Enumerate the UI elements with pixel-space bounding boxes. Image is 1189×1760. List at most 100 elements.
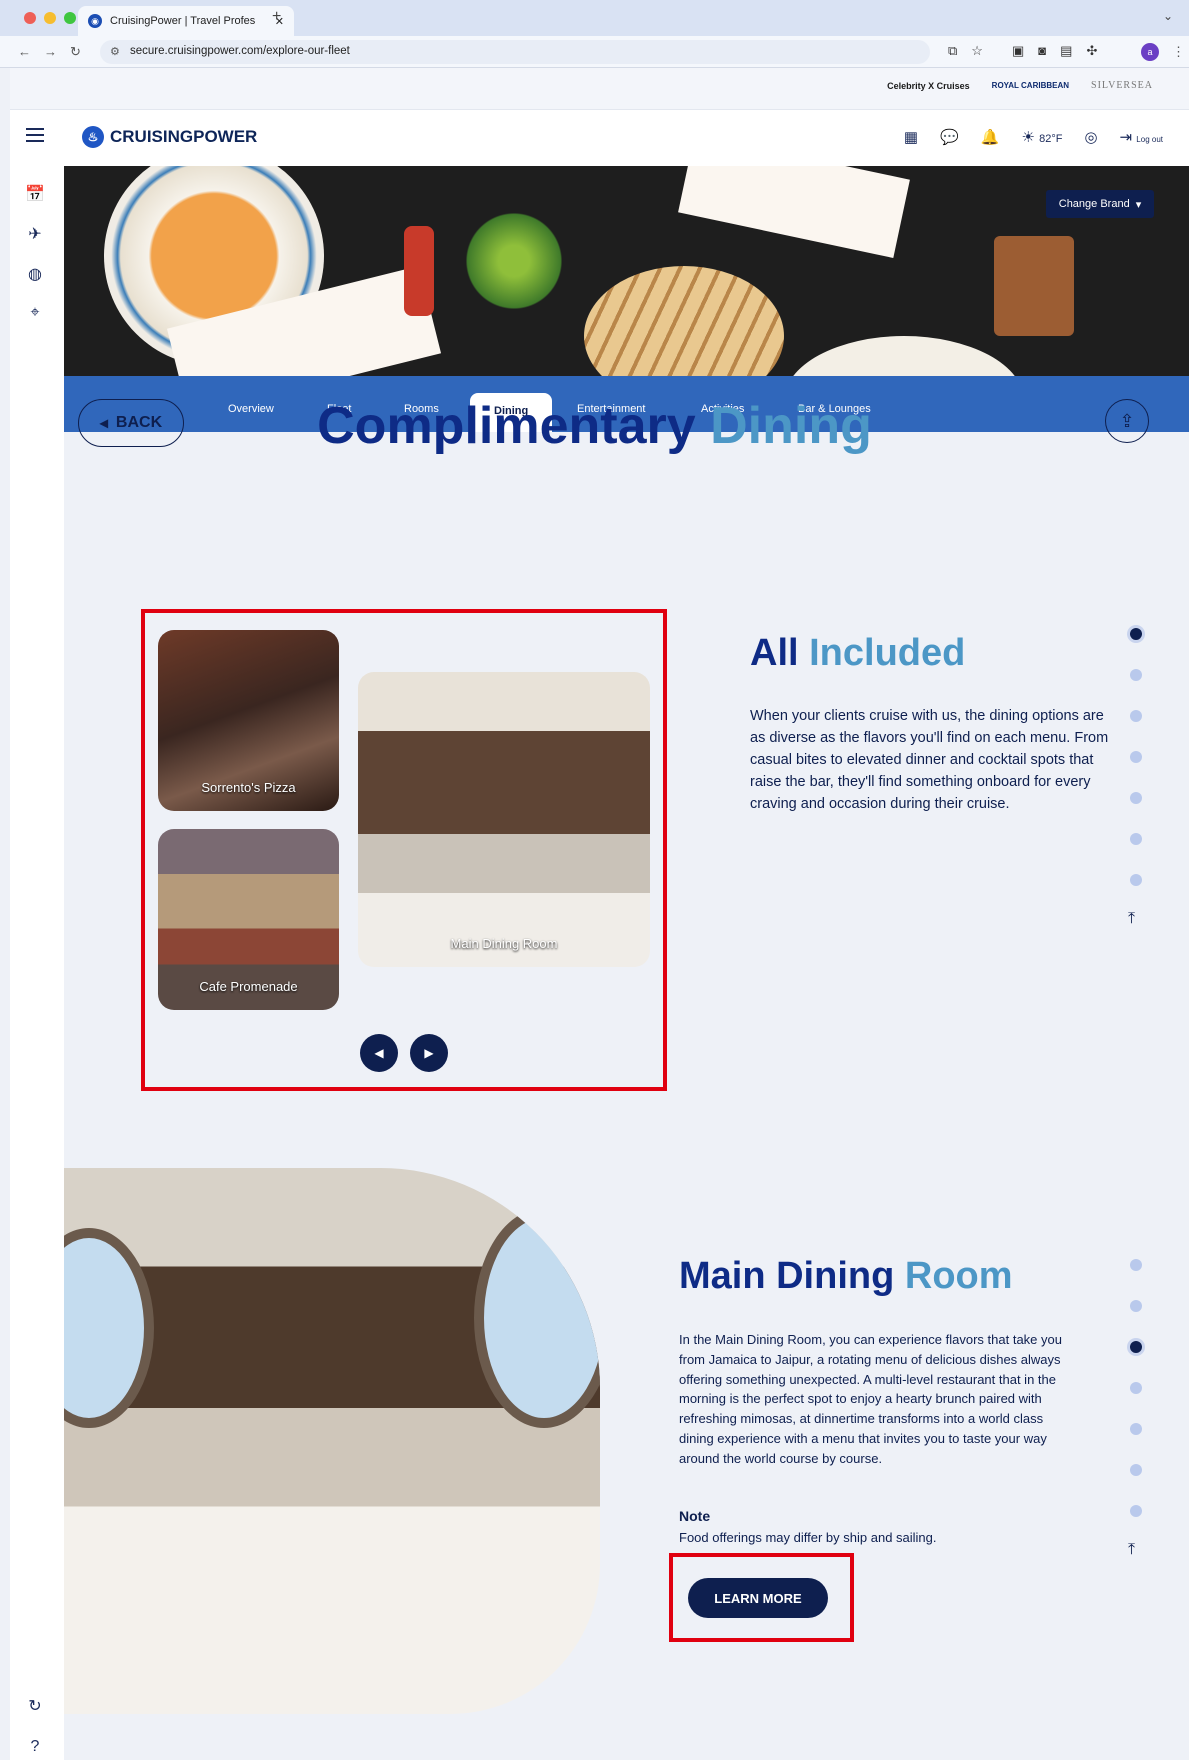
gallery-card-main-dining-room[interactable]: Main Dining Room [358,672,650,967]
address-actions: ⧉ ☆ [948,43,983,59]
note-text: Food offerings may differ by ship and sa… [679,1530,937,1545]
help-icon[interactable]: ? [24,1738,46,1760]
site-logo[interactable]: ♨ CRUISINGPOWER [82,126,257,148]
porthole-window [64,1228,154,1428]
apps-grid-icon[interactable]: ▦ [904,128,918,146]
scroll-to-top-icon[interactable]: ⤒ [1128,910,1135,928]
scroll-to-top-icon[interactable]: ⤒ [1128,1541,1135,1559]
learn-more-button[interactable]: LEARN MORE [688,1578,828,1618]
brand-logos: Celebrity X Cruises ROYAL CARIBBEAN SILV… [887,80,1153,91]
puzzle-extensions-icon[interactable]: ✣ [1086,43,1097,59]
extension-icon[interactable]: ▣ [1012,43,1024,59]
gallery-caption: Main Dining Room [450,936,558,951]
chat-icon[interactable]: 💬 [940,128,959,146]
progress-dot[interactable] [1130,1382,1142,1394]
section-main-dining-room-body: In the Main Dining Room, you can experie… [679,1332,1062,1466]
chevron-down-icon: ▾ [1135,198,1142,211]
brand-strip: Celebrity X Cruises ROYAL CARIBBEAN SILV… [10,68,1189,110]
gallery-card-cafe-promenade[interactable]: Cafe Promenade [158,829,339,1010]
browser-menu-icon[interactable]: ⋮ [1172,44,1185,60]
progress-dot[interactable] [1130,1505,1142,1517]
window-controls[interactable] [24,12,76,24]
caret-left-icon: ◀ [374,1046,384,1060]
section1-title-part1: All [750,632,799,674]
location-pin-icon[interactable]: ⌖ [24,304,46,326]
progress-dot[interactable] [1130,751,1142,763]
cruisingpower-logo-icon: ♨ [82,126,104,148]
hamburger-menu-icon[interactable] [26,128,44,142]
header-actions: ▦ 💬 🔔 ☀ 82°F ◎ ⇥ Log out [904,128,1163,146]
section-main-dining-room-title: Main Dining Room [679,1255,1013,1298]
camera-extension-icon[interactable]: ◙ [1038,43,1046,59]
ship-globe-icon[interactable]: ◍ [24,264,46,286]
page-title-part2: Dining [710,397,872,455]
cruisingpower-favicon-icon: ◉ [88,14,102,28]
note-heading: Note [679,1508,711,1524]
browser-tab[interactable]: ◉ CruisingPower | Travel Profes ✕ [78,6,294,36]
logout-button[interactable]: ⇥ Log out [1120,128,1163,146]
plate-image [784,336,1024,376]
address-url: secure.cruisingpower.com/explore-our-fle… [130,45,350,57]
section-progress-rail: ⤒ [1128,628,1142,938]
progress-dot[interactable] [1130,1341,1142,1353]
new-tab-icon[interactable]: + [272,8,281,26]
progress-dot[interactable] [1130,792,1142,804]
maximize-window-button[interactable] [64,12,76,24]
hot-sauce-image [404,226,434,316]
logout-icon: ⇥ [1119,129,1133,146]
extensions-area: ▣ ◙ ▤ ✣ [1012,43,1097,59]
reload-icon[interactable]: ↻ [70,44,81,60]
main-dining-room-image [64,1168,600,1714]
change-brand-button[interactable]: Change Brand ▾ [1046,190,1154,218]
gallery-prev-button[interactable]: ◀ [360,1034,398,1072]
clipboard-extension-icon[interactable]: ▤ [1060,43,1072,59]
gallery-caption: Sorrento's Pizza [201,780,296,795]
silversea-logo[interactable]: SILVERSEA [1091,80,1153,91]
close-window-button[interactable] [24,12,36,24]
site-info-icon[interactable]: ⚙ [110,45,120,58]
feedback-icon[interactable]: ↻ [24,1696,46,1718]
gallery-next-button[interactable]: ▶ [410,1034,448,1072]
minimize-window-button[interactable] [44,12,56,24]
celebrity-logo[interactable]: Celebrity X Cruises [887,81,970,91]
address-bar[interactable]: ⚙ secure.cruisingpower.com/explore-our-f… [100,40,930,64]
share-button[interactable]: ⇪ [1105,399,1149,443]
section-all-included-title: All Included [750,632,965,675]
profile-avatar[interactable]: a [1141,43,1159,61]
bookmark-star-icon[interactable]: ☆ [971,43,983,59]
progress-dot[interactable] [1130,669,1142,681]
section1-title-part2: Included [809,632,966,674]
airplane-icon[interactable]: ✈ [24,224,46,246]
hero-banner: Change Brand ▾ [64,166,1189,376]
progress-dot[interactable] [1130,1300,1142,1312]
back-arrow-icon[interactable]: ← [18,44,31,59]
progress-dot[interactable] [1130,1259,1142,1271]
page-title-part1: Complimentary [317,397,696,455]
user-account-icon[interactable]: ◎ [1084,128,1097,146]
weather-widget[interactable]: ☀ 82°F [1021,128,1062,146]
section2-title-part2: Room [904,1255,1013,1297]
gallery-card-sorrentos-pizza[interactable]: Sorrento's Pizza [158,630,339,811]
progress-dot[interactable] [1130,628,1142,640]
install-app-icon[interactable]: ⧉ [948,43,957,59]
progress-dot[interactable] [1130,833,1142,845]
progress-dot[interactable] [1130,1464,1142,1476]
progress-dot[interactable] [1130,874,1142,886]
caret-right-icon: ▶ [424,1046,434,1060]
royal-caribbean-logo[interactable]: ROYAL CARIBBEAN [992,81,1069,90]
progress-dot[interactable] [1130,1423,1142,1435]
sun-icon: ☀ [1021,129,1035,146]
browser-tab-title: CruisingPower | Travel Profes [110,15,256,27]
change-brand-label: Change Brand [1058,198,1130,210]
progress-dot[interactable] [1130,710,1142,722]
address-toolbar: ← → ↻ ⚙ secure.cruisingpower.com/explore… [0,36,1189,68]
tab-list-chevron-icon[interactable]: ⌄ [1163,9,1173,23]
calendar-add-icon[interactable]: 📅 [24,184,46,206]
temperature: 82°F [1039,133,1063,145]
bell-icon[interactable]: 🔔 [981,128,1000,146]
browser-tab-bar: ◉ CruisingPower | Travel Profes ✕ + ⌄ [0,0,1189,36]
section-progress-rail-2: ⤒ [1128,1259,1142,1569]
share-upload-icon: ⇪ [1119,410,1135,431]
forward-arrow-icon[interactable]: → [44,44,57,59]
succulent-image [459,206,569,316]
